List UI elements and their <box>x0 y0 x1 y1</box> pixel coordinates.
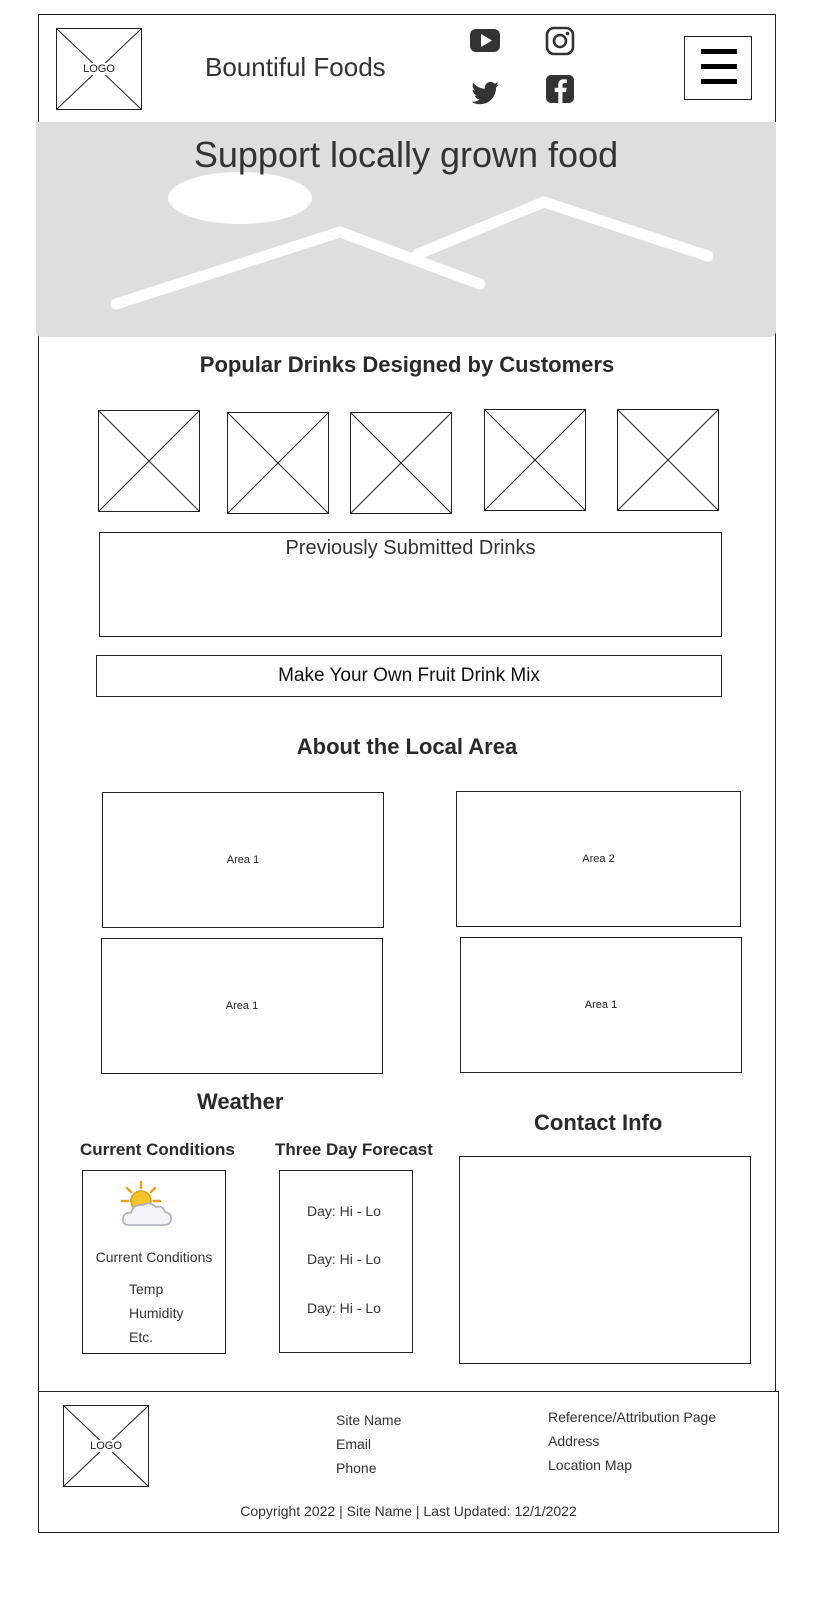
weather-detail-humidity: Humidity <box>129 1305 184 1321</box>
logo-label: LOGO <box>82 63 116 75</box>
image-placeholder-icon <box>618 410 718 510</box>
weather-detail-etc: Etc. <box>129 1329 154 1345</box>
footer-logo-label: LOGO <box>89 1440 123 1452</box>
sun-behind-cloud-icon <box>120 1180 172 1226</box>
weather-detail-temp: Temp <box>129 1281 164 1297</box>
brand-name: Bountiful Foods <box>205 52 386 82</box>
footer-email: Email <box>336 1436 372 1452</box>
area-card-label: Area 1 <box>584 999 618 1011</box>
current-conditions-label: Current Conditions <box>95 1249 213 1265</box>
forecast-title: Three Day Forecast <box>275 1140 433 1159</box>
footer: LOGO Site Name Email Phone Reference/Att… <box>38 1391 779 1533</box>
footer-address: Address <box>548 1433 600 1449</box>
hero-title: Support locally grown food <box>193 134 619 175</box>
hero-banner: Support locally grown food <box>36 122 776 337</box>
image-placeholder-icon <box>99 411 199 511</box>
area-card[interactable]: Area 2 <box>456 791 741 927</box>
footer-copyright: Copyright 2022 | Site Name | Last Update… <box>240 1503 577 1519</box>
current-conditions-title: Current Conditions <box>80 1140 235 1159</box>
make-drink-button[interactable]: Make Your Own Fruit Drink Mix <box>96 655 722 697</box>
image-placeholder-icon <box>485 410 585 510</box>
area-card-label: Area 2 <box>582 853 615 865</box>
area-card[interactable]: Area 1 <box>460 937 742 1073</box>
area-card-label: Area 1 <box>225 1000 259 1012</box>
twitter-icon[interactable] <box>468 76 502 110</box>
forecast-day: Day: Hi - Lo <box>307 1251 381 1267</box>
footer-logo[interactable]: LOGO <box>63 1405 149 1487</box>
footer-phone: Phone <box>336 1460 377 1476</box>
hamburger-bar <box>701 79 737 84</box>
previous-drinks-label: Previously Submitted Drinks <box>285 537 536 559</box>
drink-image[interactable] <box>350 412 452 514</box>
footer-site-name: Site Name <box>336 1412 402 1428</box>
forecast-day: Day: Hi - Lo <box>307 1203 381 1219</box>
area-card-label: Area 1 <box>226 854 260 866</box>
weather-title: Weather <box>197 1089 284 1114</box>
current-conditions-panel: Current Conditions Temp Humidity Etc. <box>82 1170 226 1354</box>
drink-image[interactable] <box>227 412 329 514</box>
contact-panel <box>459 1156 751 1364</box>
header-logo[interactable]: LOGO <box>56 28 142 110</box>
area-card[interactable]: Area 1 <box>101 938 383 1074</box>
forecast-day: Day: Hi - Lo <box>307 1300 381 1316</box>
image-placeholder-icon <box>351 413 451 513</box>
footer-reference-link[interactable]: Reference/Attribution Page <box>548 1409 716 1425</box>
instagram-icon[interactable] <box>543 24 577 58</box>
area-section-title: About the Local Area <box>296 734 518 759</box>
hamburger-menu-button[interactable] <box>684 36 752 100</box>
hamburger-bar <box>701 64 737 69</box>
youtube-icon[interactable] <box>468 24 502 58</box>
hamburger-menu-icon <box>701 49 737 54</box>
area-card[interactable]: Area 1 <box>102 792 384 928</box>
previous-drinks-panel: Previously Submitted Drinks <box>99 532 722 637</box>
drink-image[interactable] <box>484 409 586 511</box>
drink-image[interactable] <box>98 410 200 512</box>
drink-image[interactable] <box>617 409 719 511</box>
contact-title: Contact Info <box>534 1110 663 1135</box>
forecast-panel: Day: Hi - Lo Day: Hi - Lo Day: Hi - Lo <box>279 1170 413 1353</box>
footer-location-map-link[interactable]: Location Map <box>548 1457 632 1473</box>
facebook-icon[interactable] <box>543 72 577 106</box>
image-placeholder-icon <box>228 413 328 513</box>
drinks-section-title: Popular Drinks Designed by Customers <box>199 352 615 377</box>
